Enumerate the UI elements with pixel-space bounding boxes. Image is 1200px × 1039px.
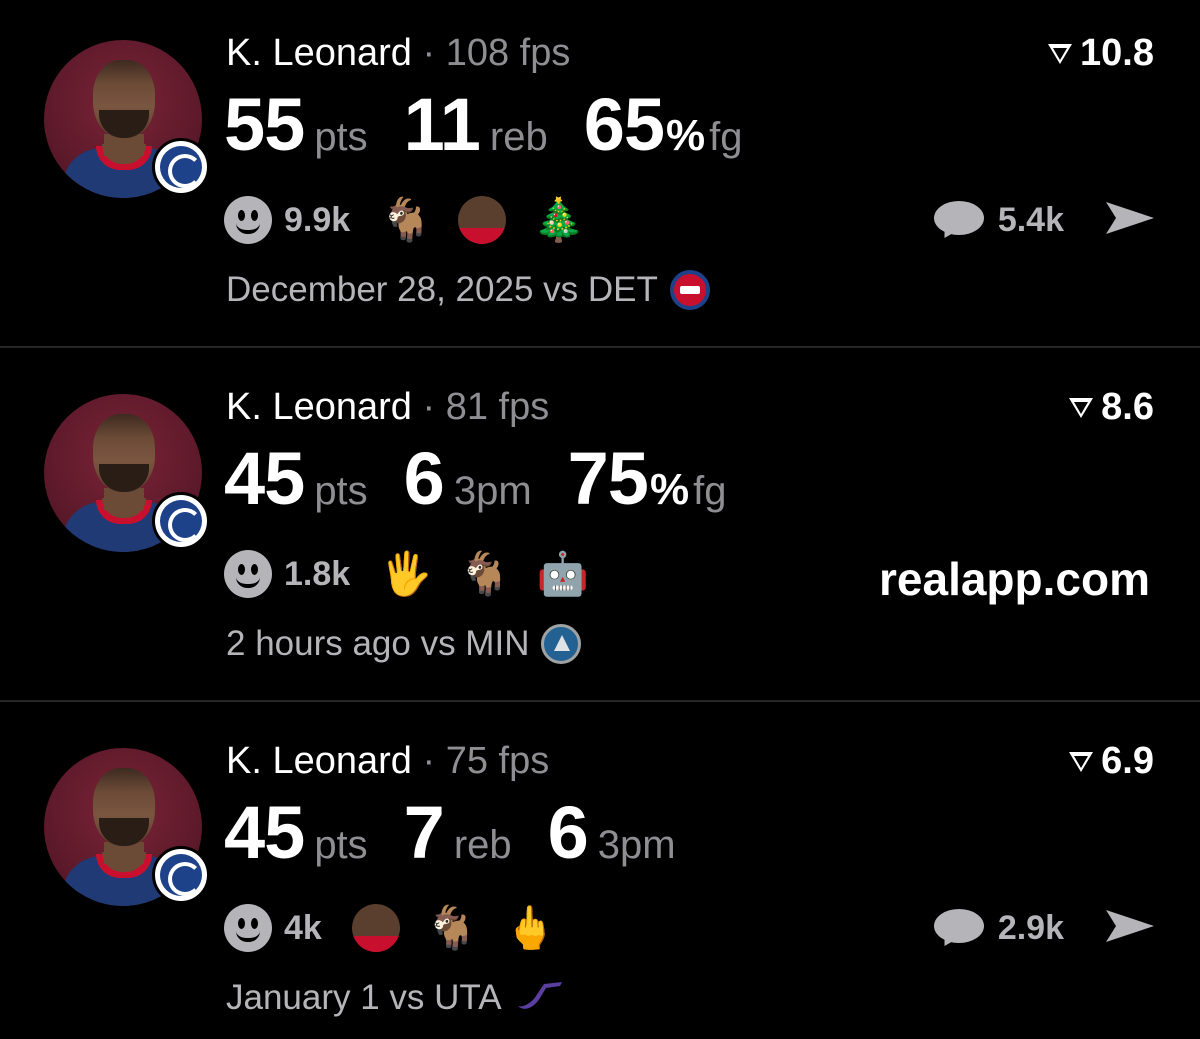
game-date-opponent[interactable]: 2 hours ago vs MIN [226,624,529,664]
smiley-icon[interactable] [224,904,272,952]
stat-unit: pts [314,469,368,513]
rating-value: 8.6 [1101,386,1154,428]
reaction-count[interactable]: 1.8k [284,555,350,594]
game-meta: 2 hours ago vs MIN [226,624,582,664]
flag-icon [1048,43,1073,64]
rating-value: 6.9 [1101,740,1154,782]
comment-count[interactable]: 2.9k [998,909,1064,948]
fps-value: 81 fps [445,386,550,428]
stat-unit: fg [693,469,727,513]
stat-fg-pct: 65% fg [584,82,743,167]
stat-value: 45 [224,437,305,520]
jazz-logo-icon [514,978,566,1018]
stat-points: 45 pts [224,436,368,521]
title-separator: · [422,386,436,428]
title-line: K. Leonard · 75 fps [226,740,549,783]
stat-unit: reb [453,823,512,867]
robot-emoji[interactable]: 🤖 [537,550,589,598]
stat-fg-pct: 75% fg [568,436,727,521]
stat-unit: fg [709,115,743,159]
player-name[interactable]: K. Leonard [226,740,412,782]
stat-unit: 3pm [597,823,676,867]
goat-emoji[interactable]: 🐐 [380,196,432,244]
card-divider [0,700,1200,702]
title-line: K. Leonard · 108 fps [226,32,570,75]
comment-share-row: 2.9k [933,904,1156,952]
send-button[interactable] [1104,906,1156,951]
post-card[interactable]: K. Leonard · 81 fps 8.6 45 pts 6 3pm 75% fg… [0,354,1200,708]
christmas-tree-emoji[interactable]: 🎄 [532,196,584,244]
reaction-count[interactable]: 4k [284,909,322,948]
stat-value: 45 [224,791,305,874]
fps-value: 108 fps [445,32,571,74]
rating-badge: 8.6 [1067,386,1154,429]
middle-finger-emoji[interactable]: 🖕 [504,904,556,952]
stat-value: 55 [224,83,305,166]
comment-count[interactable]: 5.4k [998,201,1064,240]
stat-points: 55 pts [224,82,368,167]
stat-threes: 6 3pm [404,436,532,521]
title-separator: · [422,32,436,74]
reactions-row: 1.8k 🖐 🐐 🤖 [224,550,615,598]
stat-unit: reb [489,115,548,159]
player-name[interactable]: K. Leonard [226,386,412,428]
post-card[interactable]: K. Leonard · 108 fps 10.8 55 pts 11 reb 65… [0,0,1200,354]
stat-value: 65 [583,83,665,166]
stat-unit: pts [314,823,368,867]
pistons-logo-icon [669,270,710,310]
stat-percent-sign: % [649,465,690,514]
stat-threes: 6 3pm [548,790,676,875]
post-card[interactable]: K. Leonard · 75 fps 6.9 45 pts 7 reb 6 3pm … [0,708,1200,1039]
team-badge-icon [152,846,210,904]
card-divider [0,346,1200,348]
player-face-emoji[interactable] [458,196,507,244]
player-name[interactable]: K. Leonard [226,32,412,74]
player-face-emoji[interactable] [351,904,400,952]
timberwolves-logo-icon [541,624,582,664]
stat-unit: pts [314,115,368,159]
game-date-opponent[interactable]: January 1 vs UTA [226,978,502,1018]
rating-badge: 6.9 [1067,740,1154,783]
speech-bubble-icon[interactable] [933,907,984,951]
stat-rebounds: 7 reb [404,790,512,875]
watermark-text: realapp.com [879,553,1150,605]
stat-line: 45 pts 6 3pm 75% fg [224,436,762,521]
team-badge-icon [152,492,210,550]
reactions-row: 9.9k 🐐 🎄 [224,196,611,244]
stat-line: 55 pts 11 reb 65% fg [224,82,779,167]
stat-rebounds: 11 reb [404,82,548,167]
send-button[interactable] [1104,198,1156,243]
title-line: K. Leonard · 81 fps [226,386,549,429]
fps-value: 75 fps [445,740,550,782]
smiley-icon[interactable] [224,550,272,598]
reaction-count[interactable]: 9.9k [284,201,350,240]
team-badge-icon [152,138,210,196]
game-meta: December 28, 2025 vs DET [226,270,710,310]
stat-percent-sign: % [666,111,706,160]
goat-emoji[interactable]: 🐐 [426,904,478,952]
rating-badge: 10.8 [1046,32,1154,75]
raised-hand-emoji[interactable]: 🖐 [380,550,432,598]
comment-share-row: 5.4k [933,196,1156,244]
speech-bubble-icon[interactable] [933,199,984,243]
game-date-opponent[interactable]: December 28, 2025 vs DET [226,270,658,310]
stat-line: 45 pts 7 reb 6 3pm [224,790,712,875]
rating-value: 10.8 [1080,32,1154,74]
send-arrow-icon [1106,201,1154,234]
stat-value: 11 [403,83,481,166]
flag-icon [1069,751,1094,772]
smiley-icon[interactable] [224,196,272,244]
stat-value: 75 [567,437,649,520]
stat-value: 6 [547,791,589,874]
stat-points: 45 pts [224,790,368,875]
stat-value: 6 [403,437,445,520]
game-meta: January 1 vs UTA [226,978,566,1018]
flag-icon [1069,397,1094,418]
send-arrow-icon [1106,909,1154,942]
stat-value: 7 [403,791,445,874]
title-separator: · [422,740,436,782]
stat-unit: 3pm [453,469,532,513]
reactions-row: 4k 🐐 🖕 [224,904,582,952]
goat-emoji[interactable]: 🐐 [458,550,510,598]
